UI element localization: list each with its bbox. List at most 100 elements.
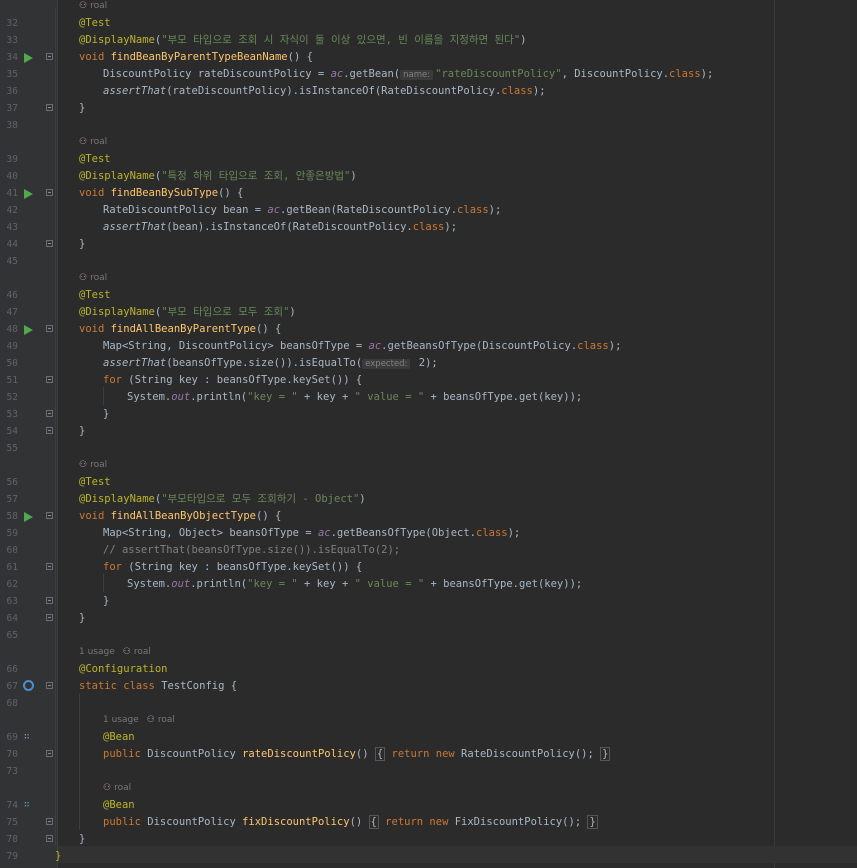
code-line[interactable]: 64} [0,610,857,627]
author-name[interactable]: roal [114,783,131,793]
code-line[interactable]: 73 [0,763,857,780]
code-line[interactable]: 41 void findBeanBySubType() { [0,185,857,202]
code-line[interactable]: 52 System.out.println("key = " + key + " … [0,389,857,406]
fold-marker-icon[interactable] [46,818,53,825]
fold-marker-icon[interactable] [46,682,53,689]
code-vision-hint[interactable]: ⚇ roal [79,457,107,474]
configuration-icon[interactable] [23,680,34,691]
code-text[interactable]: RateDiscountPolicy bean = ac.getBean(Rat… [103,202,501,219]
code-line[interactable]: 78} [0,831,857,848]
run-test-icon[interactable] [24,53,33,63]
code-line[interactable]: 34 void findBeanByParentTypeBeanName() { [0,49,857,66]
author-name[interactable]: roal [90,273,107,283]
code-line[interactable]: 55 [0,440,857,457]
fold-marker-icon[interactable] [46,53,53,60]
code-text[interactable]: } [103,406,109,423]
fold-marker-icon[interactable] [46,563,53,570]
code-line[interactable]: 39 @Test [0,151,857,168]
code-hint-row[interactable]: ⚇ roal [0,780,857,797]
code-text[interactable]: System.out.println("key = " + key + " va… [127,389,582,406]
fold-marker-icon[interactable] [46,376,53,383]
code-text[interactable]: assertThat(rateDiscountPolicy).isInstanc… [103,83,546,100]
code-text[interactable]: } [103,593,109,610]
code-text[interactable]: assertThat(bean).isInstanceOf(RateDiscou… [103,219,457,236]
code-text[interactable]: Map<String, DiscountPolicy> beansOfType … [103,338,621,355]
bean-icon[interactable]: ∷ [24,732,34,742]
code-text[interactable]: } [79,236,85,253]
code-vision-hint[interactable]: ⚇ roal [79,0,107,15]
code-text[interactable]: @Test [79,15,111,32]
code-text[interactable]: Map<String, Object> beansOfType = ac.get… [103,525,520,542]
code-text[interactable]: static class TestConfig { [79,678,237,695]
code-line[interactable]: 68 [0,695,857,712]
code-vision-hint[interactable]: ⚇ roal [79,270,107,287]
code-text[interactable]: DiscountPolicy rateDiscountPolicy = ac.g… [103,66,713,84]
code-line[interactable]: 49 Map<String, DiscountPolicy> beansOfTyp… [0,338,857,355]
code-line[interactable]: 33 @DisplayName("부모 타입으로 조회 시 자식이 둘 이상 있으… [0,32,857,49]
code-vision-hint[interactable]: ⚇ roal [79,134,107,151]
fold-marker-icon[interactable] [46,189,53,196]
code-text[interactable]: public DiscountPolicy fixDiscountPolicy(… [103,814,598,831]
code-text[interactable]: } [79,100,85,117]
code-line[interactable]: 54} [0,423,857,440]
code-line[interactable]: 69 ∷ @Bean [0,729,857,746]
code-text[interactable]: for (String key : beansOfType.keySet()) … [103,372,362,389]
code-text[interactable]: void findBeanByParentTypeBeanName() { [79,49,313,66]
code-text[interactable]: } [79,423,85,440]
code-line[interactable]: 40 @DisplayName("특정 하위 타입으로 조회, 안좋은방법") [0,168,857,185]
code-text[interactable]: @Test [79,287,111,304]
code-line[interactable]: 50 assertThat(beansOfType.size()).isEqual… [0,355,857,372]
code-line[interactable]: 70 public DiscountPolicy rateDiscountPoli… [0,746,857,763]
code-line[interactable]: 58 void findAllBeanByObjectType() { [0,508,857,525]
code-line[interactable]: 59 Map<String, Object> beansOfType = ac.g… [0,525,857,542]
fold-marker-icon[interactable] [46,104,53,111]
code-text[interactable]: @Bean [103,729,135,746]
code-line[interactable]: 53} [0,406,857,423]
code-hint-row[interactable]: 1 usage ⚇ roal [0,712,857,729]
code-line[interactable]: 51 for (String key : beansOfType.keySet()… [0,372,857,389]
code-text[interactable]: // assertThat(beansOfType.size()).isEqua… [103,542,400,559]
code-hint-row[interactable]: ⚇ roal [0,134,857,151]
code-vision-hint[interactable]: ⚇ roal [103,780,131,797]
fold-marker-icon[interactable] [46,240,53,247]
fold-marker-icon[interactable] [46,512,53,519]
code-text[interactable]: for (String key : beansOfType.keySet()) … [103,559,362,576]
code-line[interactable]: 35 DiscountPolicy rateDiscountPolicy = ac… [0,66,857,83]
code-line[interactable]: 56 @Test [0,474,857,491]
code-text[interactable]: public DiscountPolicy rateDiscountPolicy… [103,746,611,763]
code-vision-hint[interactable]: 1 usage ⚇ roal [79,644,151,661]
code-line[interactable]: 63} [0,593,857,610]
fold-marker-icon[interactable] [46,750,53,757]
code-line[interactable]: 43 assertThat(bean).isInstanceOf(RateDisc… [0,219,857,236]
author-name[interactable]: roal [90,460,107,470]
code-text[interactable]: @Bean [103,797,135,814]
code-line[interactable]: 47 @DisplayName("부모 타입으로 모두 조회") [0,304,857,321]
fold-marker-icon[interactable] [46,614,53,621]
code-text[interactable]: @DisplayName("특정 하위 타입으로 조회, 안좋은방법") [79,168,357,185]
code-hint-row[interactable]: ⚇ roal [0,0,857,15]
fold-marker-icon[interactable] [46,410,53,417]
code-line[interactable]: 32 @Test [0,15,857,32]
code-text[interactable]: @DisplayName("부모타입으로 모두 조회하기 - Object") [79,491,366,508]
code-text[interactable]: @Test [79,151,111,168]
code-line[interactable]: 46 @Test [0,287,857,304]
code-text[interactable]: @Configuration [79,661,168,678]
code-line[interactable]: 36 assertThat(rateDiscountPolicy).isInsta… [0,83,857,100]
code-text[interactable]: @DisplayName("부모 타입으로 모두 조회") [79,304,296,321]
fold-marker-icon[interactable] [46,597,53,604]
code-hint-row[interactable]: ⚇ roal [0,457,857,474]
code-line[interactable]: 45 [0,253,857,270]
usages-count[interactable]: 1 usage [79,647,115,657]
author-name[interactable]: roal [158,715,175,725]
code-line[interactable]: 48 void findAllBeanByParentType() { [0,321,857,338]
code-line[interactable]: 79} [0,848,857,865]
code-line[interactable]: 42 RateDiscountPolicy bean = ac.getBean(R… [0,202,857,219]
code-text[interactable]: } [55,848,61,865]
author-name[interactable]: roal [90,137,107,147]
code-line[interactable]: 74 ∷ @Bean [0,797,857,814]
code-line[interactable]: 44} [0,236,857,253]
usages-count[interactable]: 1 usage [103,715,139,725]
fold-marker-icon[interactable] [46,427,53,434]
code-line[interactable]: 67 static class TestConfig { [0,678,857,695]
fold-marker-icon[interactable] [46,835,53,842]
